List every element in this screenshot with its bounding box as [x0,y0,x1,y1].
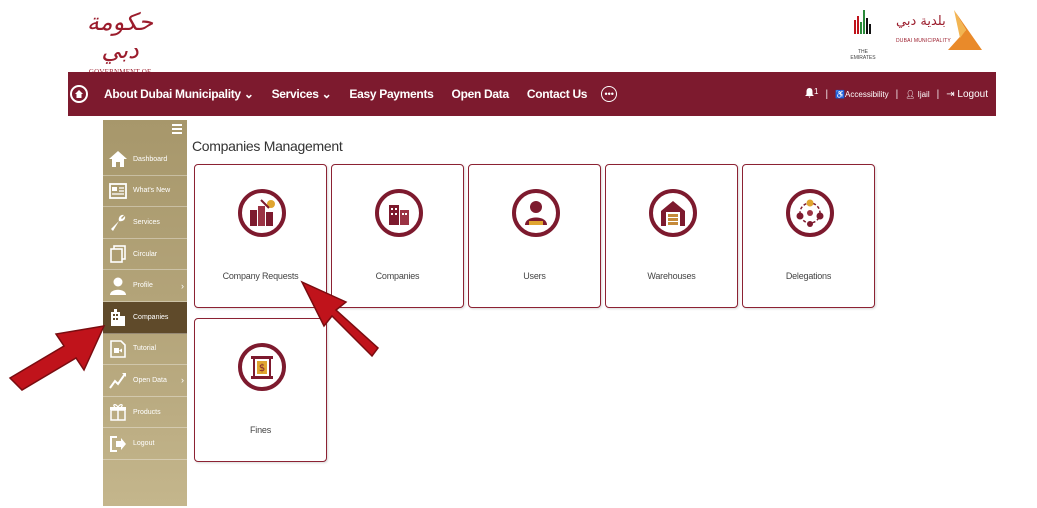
fines-icon: $ [238,343,286,391]
separator: | [895,88,899,100]
sidebar-item-services[interactable]: Services [103,207,187,239]
video-file-icon [107,338,129,360]
delegations-icon [786,189,834,237]
tile-delegations[interactable]: Delegations [742,164,875,308]
sidebar: Dashboard What's New Services Circular P… [103,120,187,506]
main-navbar: About Dubai Municipality ⌄ Services ⌄ Ea… [68,72,996,116]
sidebar-item-label: Services [133,218,160,226]
sidebar-item-label: What's New [133,187,171,195]
gov-logo-script: حكومة دبي [86,8,154,64]
gift-icon [107,401,129,423]
user-menu[interactable]: 👤︎ Ijail [905,90,929,99]
sidebar-item-open-data[interactable]: Open Data › [103,365,187,397]
sidebar-item-companies[interactable]: Companies [103,301,187,334]
sidebar-item-label: Circular [133,250,158,258]
tile-label: Delegations [785,271,832,281]
chevron-right-icon: › [181,280,184,291]
uae-logo-caption: THE EMIRATES [850,49,876,61]
accessibility-icon: ♿ [835,89,846,99]
newspaper-icon [107,180,129,202]
logout-label: Logout [957,88,988,100]
sidebar-item-label: Open Data [133,376,167,384]
nav-open-data[interactable]: Open Data [452,87,510,101]
building-icon [107,306,129,328]
dm-logo-arabic: بلدية دبي [896,14,946,29]
sidebar-item-label: Companies [133,313,169,321]
accessibility-label: Accessibility [845,89,889,99]
tile-label: Users [523,271,546,281]
svg-text:$: $ [259,363,265,374]
warehouse-icon [649,189,697,237]
bell-icon [805,88,814,99]
home-icon[interactable] [70,85,88,103]
uae-logo: THE EMIRATES [846,6,880,61]
ellipsis-icon[interactable]: ••• [601,86,618,102]
sidebar-item-whats-new[interactable]: What's New [103,176,187,208]
company-requests-icon [238,189,286,237]
dm-mark-icon [948,10,982,50]
annotation-arrow-sidebar [8,325,106,391]
logout-icon [107,433,129,455]
documents-icon [107,243,129,265]
notifications-count: 1 [814,86,819,96]
user-icon: 👤︎ [905,89,916,99]
nav-about-dubai-municipality[interactable]: About Dubai Municipality ⌄ [104,87,254,101]
sidebar-item-label: Profile [133,282,153,290]
sidebar-item-label: Logout [133,440,155,448]
home-icon [107,148,129,170]
hamburger-menu-icon[interactable] [172,124,182,136]
sidebar-item-dashboard[interactable]: Dashboard [103,144,187,176]
user-label: Ijail [917,89,930,99]
sidebar-item-products[interactable]: Products [103,397,187,429]
tile-users[interactable]: Users [468,164,601,308]
companies-icon [375,189,423,237]
logout-link[interactable]: ⇥ Logout [946,89,988,100]
sidebar-item-tutorial[interactable]: Tutorial [103,334,187,366]
nav-contact-us[interactable]: Contact Us [527,87,588,101]
dubai-municipality-logo[interactable]: بلدية دبي DUBAI MUNICIPALITY [890,10,982,52]
notifications-button[interactable]: 1 [805,87,818,101]
tile-label: Warehouses [647,271,696,281]
page-title: Companies Management [192,138,343,154]
separator: | [936,88,940,100]
users-icon [512,189,560,237]
tile-warehouses[interactable]: Warehouses [605,164,738,308]
chevron-right-icon: › [181,375,184,386]
chart-line-icon [107,369,129,391]
logout-icon: ⇥ [946,88,955,100]
annotation-arrow-tile [300,280,380,358]
accessibility-link[interactable]: ♿Accessibility [835,90,889,99]
sidebar-item-logout[interactable]: Logout [103,428,187,460]
nav-services[interactable]: Services ⌄ [272,87,332,101]
user-icon [107,275,129,297]
sidebar-list: Dashboard What's New Services Circular P… [103,144,187,460]
government-of-dubai-logo[interactable]: حكومة دبي GOVERNMENT OF DUBAI [80,8,160,84]
sidebar-item-label: Dashboard [133,155,168,163]
nav-easy-payments[interactable]: Easy Payments [349,87,433,101]
tile-label: Fines [249,425,271,435]
wrench-icon [107,211,129,233]
dm-logo-english: DUBAI MUNICIPALITY [896,38,951,44]
sidebar-item-label: Products [133,408,161,416]
uae-bars-icon [854,10,871,34]
sidebar-item-circular[interactable]: Circular [103,239,187,271]
sidebar-item-label: Tutorial [133,345,157,353]
navbar-right: 1 | ♿Accessibility | 👤︎ Ijail | ⇥ Logout [805,72,988,116]
sidebar-item-profile[interactable]: Profile › [103,270,187,302]
separator: | [825,88,829,100]
